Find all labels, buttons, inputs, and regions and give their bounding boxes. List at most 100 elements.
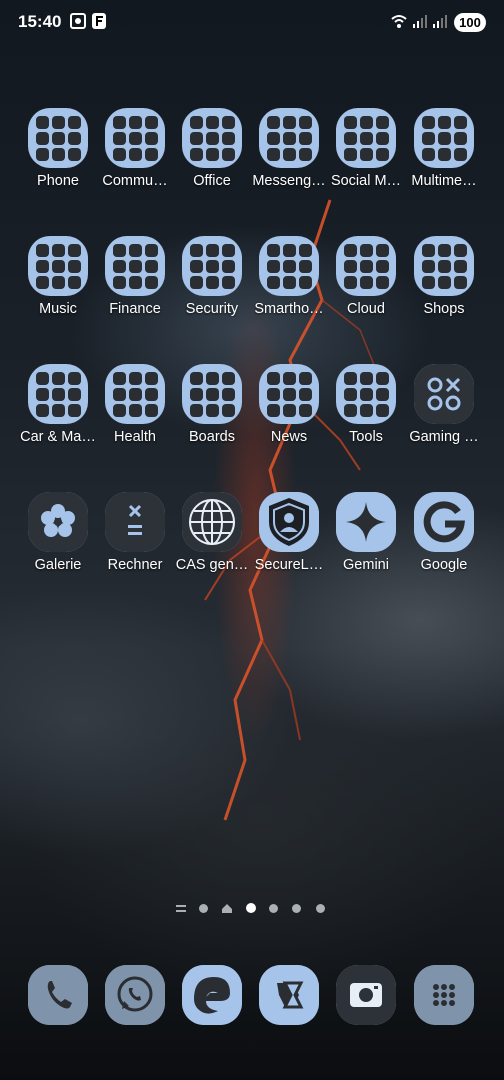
folder-mini-app-icon <box>128 403 142 417</box>
app-label: Smartho… <box>254 301 324 317</box>
folder-mini-app-icon <box>359 403 373 417</box>
whatsapp-app[interactable] <box>96 965 174 1025</box>
page-dot[interactable] <box>269 904 278 913</box>
grid-dots-icon <box>414 965 474 1025</box>
flower-icon <box>28 492 88 552</box>
app-folder[interactable]: Messeng… <box>250 108 328 189</box>
app-icon[interactable]: Gaming … <box>405 364 483 445</box>
folder-mini-app-icon <box>266 403 280 417</box>
folder-mini-app-icon <box>282 131 296 145</box>
app-icon[interactable]: CAS gen… <box>173 492 251 573</box>
folder-mini-app-icon <box>375 243 389 257</box>
folder-mini-app-icon <box>67 387 81 401</box>
folder-mini-app-icon <box>375 403 389 417</box>
folder-mini-app-icon <box>189 131 203 145</box>
app-folder[interactable]: Social M… <box>327 108 405 189</box>
app-folder[interactable]: Finance <box>96 236 174 317</box>
app-icon[interactable]: Rechner <box>96 492 174 573</box>
folder-mini-app-icon <box>51 131 65 145</box>
folder-mini-app-icon <box>128 371 142 385</box>
phone-app[interactable] <box>19 965 97 1025</box>
page-dot[interactable] <box>316 904 325 913</box>
folder-mini-app-icon <box>298 243 312 257</box>
app-icon[interactable]: Gemini <box>327 492 405 573</box>
folder-mini-app-icon <box>144 131 158 145</box>
folder-mini-app-icon <box>51 243 65 257</box>
home-page-icon[interactable] <box>221 903 233 914</box>
app-label: CAS gen… <box>175 557 249 573</box>
folder-mini-app-icon <box>35 275 49 289</box>
app-folder[interactable]: Commu… <box>96 108 174 189</box>
app-folder[interactable]: Cloud <box>327 236 405 317</box>
folder-mini-app-icon <box>298 371 312 385</box>
folder-mini-app-icon <box>51 371 65 385</box>
app-folder[interactable]: Tools <box>327 364 405 445</box>
folder-mini-app-icon <box>375 259 389 273</box>
folder-mini-app-icon <box>51 403 65 417</box>
app-icon[interactable]: Galerie <box>19 492 97 573</box>
app-folder[interactable]: Office <box>173 108 251 189</box>
app-label: Boards <box>189 429 235 445</box>
app-label: Galerie <box>34 557 82 573</box>
app-folder[interactable]: Multime… <box>405 108 483 189</box>
folder-mini-app-icon <box>421 115 435 129</box>
folder-mini-app-icon <box>144 275 158 289</box>
folder-mini-app-icon <box>266 243 280 257</box>
edge-browser-icon <box>182 965 242 1025</box>
folder-preview-icon <box>259 364 319 424</box>
folder-preview-icon <box>336 364 396 424</box>
app-folder[interactable]: Security <box>173 236 251 317</box>
status-bar: 15:40 100 <box>0 0 504 46</box>
app-folder[interactable]: Shops <box>405 236 483 317</box>
app-folder[interactable]: Car & Ma… <box>19 364 97 445</box>
folder-mini-app-icon <box>266 371 280 385</box>
app-icon[interactable]: SecureL… <box>250 492 328 573</box>
app-folder[interactable]: News <box>250 364 328 445</box>
folder-mini-app-icon <box>359 147 373 161</box>
folder-mini-app-icon <box>35 371 49 385</box>
page-dot-active[interactable] <box>246 903 256 913</box>
folder-mini-app-icon <box>205 115 219 129</box>
app-folder[interactable]: Phone <box>19 108 97 189</box>
folder-mini-app-icon <box>112 259 126 273</box>
battery-indicator: 100 <box>454 13 486 32</box>
app-label: Shops <box>423 301 465 317</box>
folder-mini-app-icon <box>189 371 203 385</box>
page-indicator[interactable] <box>0 903 504 915</box>
folder-mini-app-icon <box>359 275 373 289</box>
copilot-app[interactable] <box>250 965 328 1025</box>
folder-mini-app-icon <box>282 147 296 161</box>
app-label: Social M… <box>330 173 402 189</box>
app-icon[interactable]: Google <box>405 492 483 573</box>
app-drawer[interactable] <box>405 965 483 1025</box>
app-folder[interactable]: Smartho… <box>250 236 328 317</box>
folder-mini-app-icon <box>298 259 312 273</box>
folder-mini-app-icon <box>343 147 357 161</box>
folder-mini-app-icon <box>453 243 467 257</box>
folder-mini-app-icon <box>282 387 296 401</box>
folder-preview-icon <box>182 364 242 424</box>
page-dot[interactable] <box>199 904 208 913</box>
folder-mini-app-icon <box>359 371 373 385</box>
folder-mini-app-icon <box>144 259 158 273</box>
folder-mini-app-icon <box>437 243 451 257</box>
folder-mini-app-icon <box>128 259 142 273</box>
app-label: Cloud <box>347 301 385 317</box>
app-label: Tools <box>349 429 383 445</box>
app-folder[interactable]: Health <box>96 364 174 445</box>
app-folder[interactable]: Boards <box>173 364 251 445</box>
calculator-icon <box>105 492 165 552</box>
folder-mini-app-icon <box>112 147 126 161</box>
folder-mini-app-icon <box>128 147 142 161</box>
folder-mini-app-icon <box>298 387 312 401</box>
folder-mini-app-icon <box>221 131 235 145</box>
app-folder[interactable]: Music <box>19 236 97 317</box>
folder-mini-app-icon <box>51 259 65 273</box>
page-dot[interactable] <box>292 904 301 913</box>
folder-mini-app-icon <box>453 147 467 161</box>
camera-app[interactable] <box>327 965 405 1025</box>
folder-mini-app-icon <box>343 259 357 273</box>
edge-app[interactable] <box>173 965 251 1025</box>
folder-mini-app-icon <box>282 371 296 385</box>
folder-mini-app-icon <box>189 259 203 273</box>
